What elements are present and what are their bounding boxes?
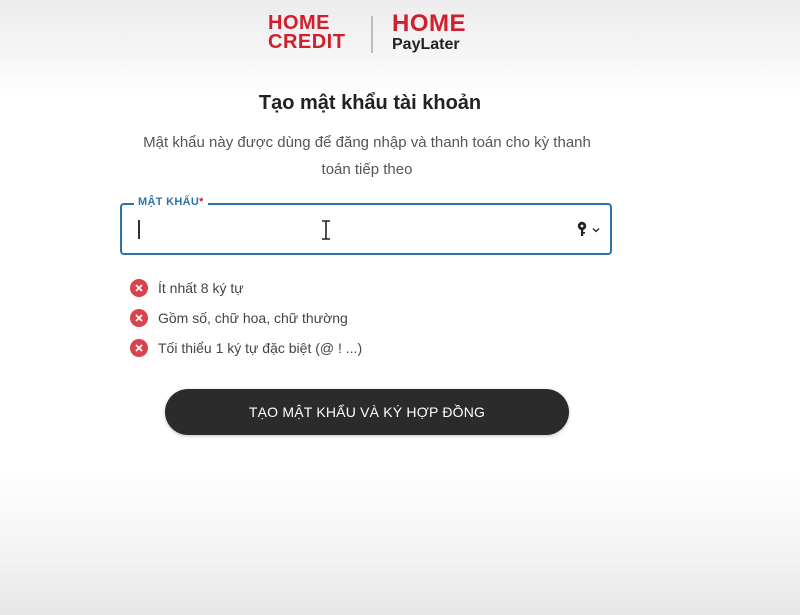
page-subtitle: Mật khẩu này được dùng để đăng nhập và t… bbox=[143, 134, 591, 178]
password-label-text: MẬT KHẨU bbox=[138, 196, 200, 208]
password-field-label: MẬT KHẨU* bbox=[134, 196, 208, 208]
password-manager-button[interactable] bbox=[574, 217, 602, 241]
password-rule: Gồm số, chữ hoa, chữ thường bbox=[130, 303, 362, 333]
password-rule: Tối thiểu 1 ký tự đặc biệt (@ ! ...) bbox=[130, 333, 362, 363]
password-rule: Ít nhất 8 ký tự bbox=[130, 273, 362, 303]
password-rules-list: Ít nhất 8 ký tự Gồm số, chữ hoa, chữ thư… bbox=[130, 273, 362, 363]
error-x-icon bbox=[130, 339, 148, 357]
paylater-logo-line2: PayLater bbox=[392, 36, 460, 53]
password-field[interactable]: MẬT KHẨU* bbox=[120, 196, 612, 255]
text-cursor-icon bbox=[322, 220, 330, 240]
home-paylater-logo: HOME PayLater bbox=[392, 10, 466, 54]
password-rule-text: Gồm số, chữ hoa, chữ thường bbox=[158, 310, 348, 326]
text-caret bbox=[138, 220, 140, 239]
required-mark: * bbox=[199, 196, 204, 208]
page-title: Tạo mật khẩu tài khoản bbox=[258, 92, 482, 114]
password-rule-text: Tối thiểu 1 ký tự đặc biệt (@ ! ...) bbox=[158, 340, 363, 356]
password-rule-text: Ít nhất 8 ký tự bbox=[158, 280, 244, 296]
create-password-and-sign-button[interactable]: TẠO MẬT KHẨU VÀ KÝ HỢP ĐỒNG bbox=[165, 389, 569, 435]
home-credit-logo: HOME CREDIT bbox=[268, 13, 346, 53]
logo-bar: HOME CREDIT HOME PayLater bbox=[0, 12, 800, 56]
error-x-icon bbox=[130, 309, 148, 327]
paylater-logo-line1: HOME bbox=[392, 10, 466, 37]
password-input[interactable] bbox=[136, 217, 540, 243]
error-x-icon bbox=[130, 279, 148, 297]
logo-divider bbox=[371, 16, 373, 53]
home-credit-logo-line2: CREDIT bbox=[268, 31, 346, 53]
chevron-down-icon bbox=[592, 228, 600, 233]
